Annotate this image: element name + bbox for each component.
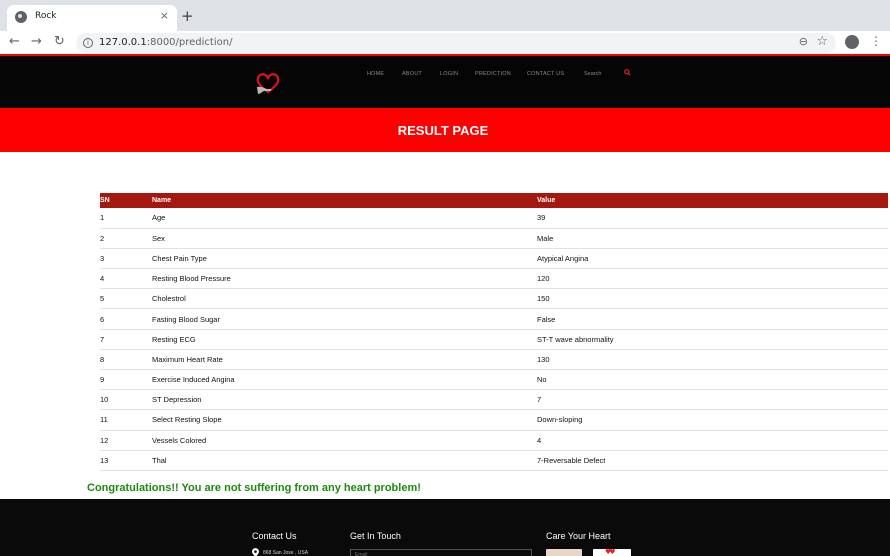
cell-name: Resting Blood Pressure xyxy=(152,268,537,290)
cell-name: Fasting Blood Sugar xyxy=(152,308,537,330)
cell-sn: 13 xyxy=(100,450,152,471)
footer-contact-heading: Contact Us xyxy=(252,531,297,541)
table-row: 6 Fasting Blood Sugar False xyxy=(100,308,888,330)
nav-about[interactable]: ABOUT xyxy=(402,71,422,77)
cell-name: Sex xyxy=(152,228,537,249)
zoom-icon[interactable]: ⊖ xyxy=(799,35,808,48)
header-value: Value xyxy=(537,197,556,204)
site-header: HOME ABOUT LOGIN PREDICTION CONTACT US S… xyxy=(0,56,890,108)
cell-name: Age xyxy=(152,208,537,229)
nav-home[interactable]: HOME xyxy=(367,71,384,77)
table-body: 1 Age 39 2 Sex Male 3 Chest Pain Type Atypical A… xyxy=(100,208,888,471)
table-row: 7 Resting ECG ST-T wave abnormality xyxy=(100,329,888,350)
cell-name: Vessels Colored xyxy=(152,430,537,451)
cell-name: ST Depression xyxy=(152,389,537,411)
header-sn: SN xyxy=(100,197,110,204)
footer-thumbnail-2[interactable] xyxy=(593,548,631,556)
newsletter-email-input[interactable] xyxy=(350,549,532,556)
footer-address: 868 San Jose , USA xyxy=(263,550,309,556)
cell-value: 120 xyxy=(537,268,888,290)
table-header-row: SN Name Value xyxy=(100,193,888,208)
location-pin-icon xyxy=(252,548,259,556)
profile-avatar-icon[interactable] xyxy=(845,35,859,49)
table-row: 13 Thal 7-Reversable Defect xyxy=(100,450,888,471)
result-message: Congratulations!! You are not suffering … xyxy=(87,482,421,494)
back-icon[interactable]: ← xyxy=(9,34,20,50)
browser-tab[interactable]: Rock × xyxy=(7,5,177,31)
tab-strip: Rock × + xyxy=(0,0,890,31)
cell-sn: 12 xyxy=(100,430,152,451)
info-icon[interactable]: i xyxy=(83,38,93,48)
result-table: SN Name Value 1 Age 39 2 Sex Male 3 Chest Pain … xyxy=(100,193,888,471)
footer-touch-heading: Get In Touch xyxy=(350,531,401,541)
cell-value: 7-Reversable Defect xyxy=(537,450,888,471)
table-row: 2 Sex Male xyxy=(100,228,888,249)
cell-value: 4 xyxy=(537,430,888,451)
footer-thumbnail-1[interactable] xyxy=(546,549,582,556)
cell-name: Select Resting Slope xyxy=(152,409,537,431)
nav-login[interactable]: LOGIN xyxy=(440,71,458,77)
table-row: 1 Age 39 xyxy=(100,208,888,229)
url-text: 127.0.0.1:8000/prediction/ xyxy=(99,37,232,48)
cell-name: Chest Pain Type xyxy=(152,248,537,270)
url-host: 127.0.0.1 xyxy=(99,37,147,48)
browser-toolbar: ← → ↻ i 127.0.0.1:8000/prediction/ ⊖ ☆ ⋮ xyxy=(0,31,890,55)
tab-title: Rock xyxy=(35,11,57,21)
cell-sn: 4 xyxy=(100,268,152,290)
cell-name: Cholestrol xyxy=(152,288,537,310)
cell-value: 150 xyxy=(537,288,888,310)
cell-sn: 11 xyxy=(100,409,152,431)
address-bar[interactable]: i 127.0.0.1:8000/prediction/ ⊖ ☆ xyxy=(76,33,836,53)
cell-name: Maximum Heart Rate xyxy=(152,349,537,371)
table-row: 9 Exercise Induced Angina No xyxy=(100,369,888,391)
url-path: :8000/prediction/ xyxy=(146,37,233,48)
cell-value: 39 xyxy=(537,208,888,229)
cell-value: ST-T wave abnormality xyxy=(537,329,888,350)
page-banner: RESULT PAGE xyxy=(0,108,890,152)
header-name: Name xyxy=(152,197,172,204)
cell-value: 7 xyxy=(537,389,888,411)
table-row: 11 Select Resting Slope Down-sloping xyxy=(100,409,888,431)
cell-value: No xyxy=(537,369,888,391)
table-row: 8 Maximum Heart Rate 130 xyxy=(100,349,888,371)
cell-sn: 3 xyxy=(100,248,152,270)
cell-value: Atypical Angina xyxy=(537,248,888,270)
cell-sn: 1 xyxy=(100,208,152,229)
table-row: 4 Resting Blood Pressure 120 xyxy=(100,268,888,290)
globe-icon xyxy=(15,11,27,23)
page-title: RESULT PAGE xyxy=(397,123,489,138)
table-row: 12 Vessels Colored 4 xyxy=(100,430,888,451)
cell-value: False xyxy=(537,308,888,330)
cell-name: Resting ECG xyxy=(152,329,537,350)
browser-window: Rock × + ← → ↻ i 127.0.0.1:8000/predicti… xyxy=(0,0,890,556)
cell-sn: 2 xyxy=(100,228,152,249)
footer-care-heading: Care Your Heart xyxy=(546,531,611,541)
bookmark-star-icon[interactable]: ☆ xyxy=(816,34,828,49)
nav-search-label[interactable]: Search xyxy=(584,71,601,77)
nav-contact-us[interactable]: CONTACT US xyxy=(527,71,564,77)
cell-sn: 10 xyxy=(100,389,152,411)
cell-sn: 5 xyxy=(100,288,152,310)
search-icon[interactable] xyxy=(624,69,631,76)
cell-sn: 7 xyxy=(100,329,152,350)
new-tab-icon[interactable]: + xyxy=(181,8,194,24)
browser-menu-icon[interactable]: ⋮ xyxy=(870,34,882,48)
cell-name: Thal xyxy=(152,450,537,471)
cell-value: 130 xyxy=(537,349,888,371)
forward-icon[interactable]: → xyxy=(31,34,42,50)
cell-sn: 8 xyxy=(100,349,152,371)
table-row: 3 Chest Pain Type Atypical Angina xyxy=(100,248,888,270)
cell-sn: 6 xyxy=(100,308,152,330)
heart-hand-logo-icon[interactable] xyxy=(254,70,282,96)
table-row: 5 Cholestrol 150 xyxy=(100,288,888,310)
nav-prediction[interactable]: PREDICTION xyxy=(475,71,511,77)
reload-icon[interactable]: ↻ xyxy=(54,34,65,50)
site-footer: Contact Us Get In Touch Care Your Heart … xyxy=(0,499,890,556)
cell-sn: 9 xyxy=(100,369,152,391)
table-row: 10 ST Depression 7 xyxy=(100,389,888,411)
close-tab-icon[interactable]: × xyxy=(160,9,169,23)
cell-value: Male xyxy=(537,228,888,249)
cell-value: Down-sloping xyxy=(537,409,888,431)
cell-name: Exercise Induced Angina xyxy=(152,369,537,391)
